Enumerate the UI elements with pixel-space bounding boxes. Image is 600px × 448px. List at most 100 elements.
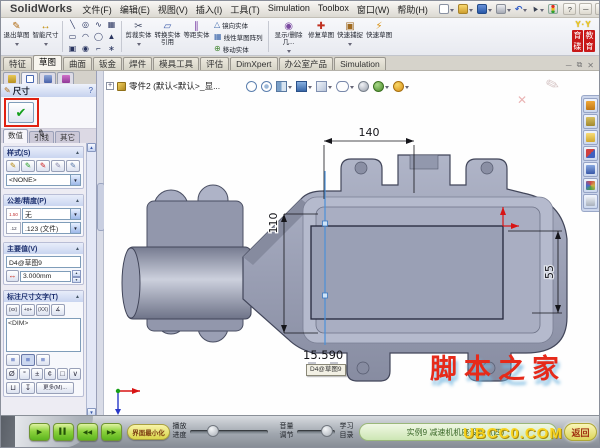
style-add-button[interactable]: ✎: [21, 160, 35, 172]
dimension-name-field[interactable]: D4@草图9: [6, 256, 81, 268]
style-select[interactable]: <NONE> ▼: [6, 174, 81, 186]
menu-toolbox[interactable]: Toolbox: [318, 3, 349, 16]
flip-dimension-button[interactable]: ↔: [6, 270, 19, 282]
undo-icon[interactable]: ↶: [515, 4, 523, 14]
more-symbols-arrow-button[interactable]: ∨: [69, 368, 82, 380]
view-orientation-icon[interactable]: [296, 81, 307, 92]
print-caret-icon[interactable]: [506, 8, 511, 14]
save-caret-icon[interactable]: [487, 8, 492, 14]
justify-center-button[interactable]: ≡: [21, 354, 35, 366]
undo-caret-icon[interactable]: [523, 8, 528, 14]
style-save-button[interactable]: ✎: [51, 160, 65, 172]
dimension-140-label[interactable]: 140: [359, 126, 380, 139]
text-pos-button-1[interactable]: (xx): [6, 304, 20, 316]
spin-down-icon[interactable]: ▼: [72, 276, 81, 283]
spline-tool-icon[interactable]: ∿: [92, 19, 105, 31]
move-entities-button[interactable]: ⊕ 移动实体: [214, 44, 263, 54]
menu-file[interactable]: 文件(F): [82, 3, 112, 16]
confirmation-corner-cancel-icon[interactable]: ✕: [517, 93, 527, 107]
open-caret-icon[interactable]: [468, 8, 473, 14]
tree-expand-icon[interactable]: +: [106, 82, 114, 90]
arc-tool-icon[interactable]: ◠: [79, 31, 92, 43]
sw-resources-tab[interactable]: [583, 98, 598, 113]
rewind-button[interactable]: ◀◀: [77, 423, 98, 441]
tolerance-select-arrow-icon[interactable]: ▼: [70, 209, 80, 219]
ok-button[interactable]: ✔: [8, 102, 34, 123]
depth-symbol-button[interactable]: ↧: [21, 382, 35, 394]
doc-restore-icon[interactable]: ⧉: [577, 60, 583, 70]
justify-right-button[interactable]: ≡: [36, 354, 50, 366]
play-button[interactable]: ▶: [29, 423, 50, 441]
exit-sketch-button[interactable]: ✎ 退出草图: [3, 19, 30, 54]
square-symbol-button[interactable]: □: [56, 368, 69, 380]
tab-office-products[interactable]: 办公室产品: [278, 57, 334, 70]
precision-select-arrow-icon[interactable]: ▼: [70, 223, 80, 233]
new-document-icon[interactable]: [438, 4, 449, 14]
fast-forward-button[interactable]: ▶▶: [101, 423, 122, 441]
quick-snaps-button[interactable]: ▣ 快速捕捉: [337, 19, 364, 54]
hide-show-caret-icon[interactable]: [350, 86, 354, 91]
document-label[interactable]: 零件2 (默认<默认>_显...: [129, 80, 220, 92]
tab-weldments[interactable]: 焊件: [123, 57, 153, 70]
tab-evaluate[interactable]: 评估: [200, 57, 230, 70]
collapse-chevron-icon[interactable]: ▲: [75, 198, 80, 204]
orientation-caret-icon[interactable]: [308, 86, 312, 91]
ellipse-tool-icon[interactable]: ◯: [92, 31, 105, 43]
apply-scene-icon[interactable]: [373, 81, 384, 92]
tab-mold-tools[interactable]: 模具工具: [153, 57, 200, 70]
plus-minus-symbol-button[interactable]: ±: [31, 368, 44, 380]
configuration-manager-tab[interactable]: [39, 72, 56, 84]
text-angle-button[interactable]: ∡: [51, 304, 65, 316]
collapse-chevron-icon[interactable]: ▲: [75, 294, 80, 300]
tolerance-type-select[interactable]: 无 ▼: [22, 208, 81, 220]
slot-tool-icon[interactable]: ▣: [66, 43, 79, 55]
scroll-up-icon[interactable]: ▲: [87, 143, 96, 152]
style-default-button[interactable]: ✎: [6, 160, 20, 172]
sketch-rectangle[interactable]: [310, 225, 504, 320]
dimension-110-label[interactable]: 110: [266, 211, 282, 235]
restore-button[interactable]: ⧉: [595, 3, 599, 15]
trim-entities-button[interactable]: ✂ 剪裁实体: [125, 19, 152, 54]
justify-left-button[interactable]: ≡: [6, 354, 20, 366]
rectangle-tool-icon[interactable]: ▭: [66, 31, 79, 43]
tab-simulation[interactable]: Simulation: [334, 57, 386, 70]
more-symbols-button[interactable]: 更多(M)...: [36, 382, 74, 394]
scene-caret-icon[interactable]: [385, 86, 389, 91]
custom-properties-tab[interactable]: [583, 194, 598, 209]
style-load-button[interactable]: ✎: [66, 160, 80, 172]
hide-show-items-icon[interactable]: [336, 81, 349, 92]
minimize-interface-button[interactable]: 界面最小化: [127, 424, 170, 440]
smart-dimension-button[interactable]: ↔ 智能尺寸: [32, 19, 59, 54]
collapse-chevron-icon[interactable]: ▲: [75, 150, 80, 156]
view-settings-icon[interactable]: [393, 81, 404, 92]
display-style-icon[interactable]: [316, 81, 327, 92]
dimension-active-label[interactable]: 15.590: [303, 348, 343, 362]
panel-help-icon[interactable]: ?: [89, 86, 93, 95]
menu-help[interactable]: 帮助(H): [397, 3, 428, 16]
circle-tool-icon[interactable]: ◎: [79, 19, 92, 31]
display-style-caret-icon[interactable]: [328, 86, 332, 91]
section-caret-icon[interactable]: [288, 86, 292, 91]
menu-simulation[interactable]: Simulation: [268, 3, 310, 16]
dimension-value-field[interactable]: 3.000mm: [20, 270, 71, 282]
dimxpert-manager-tab[interactable]: [57, 72, 74, 84]
collapse-chevron-icon[interactable]: ▲: [75, 246, 80, 252]
print-icon[interactable]: [495, 4, 506, 14]
panel-splitter[interactable]: [97, 71, 105, 417]
offset-entities-button[interactable]: ∥ 等距实体: [183, 19, 210, 54]
new-caret-icon[interactable]: [449, 8, 454, 14]
centerline-symbol-button[interactable]: ¢: [44, 368, 56, 380]
menu-insert[interactable]: 插入(I): [196, 3, 223, 16]
volume-knob[interactable]: [321, 425, 333, 437]
repair-sketch-button[interactable]: ✚ 修复草图: [308, 19, 335, 54]
tab-sketch[interactable]: 草图: [33, 55, 63, 70]
edit-appearance-icon[interactable]: [358, 81, 369, 92]
display-delete-relations-button[interactable]: ◉ 显示/删除几...: [272, 19, 306, 54]
zoom-area-icon[interactable]: [261, 81, 272, 92]
centerline-tool-icon[interactable]: ⌐: [92, 43, 105, 55]
mirror-entities-button[interactable]: △ 镜向实体: [214, 20, 263, 30]
tab-other[interactable]: 其它: [55, 131, 80, 143]
minimize-button[interactable]: ─: [579, 3, 593, 15]
section-view-icon[interactable]: [276, 81, 287, 92]
panel-scrollbar[interactable]: ▲ ▼: [86, 143, 96, 417]
